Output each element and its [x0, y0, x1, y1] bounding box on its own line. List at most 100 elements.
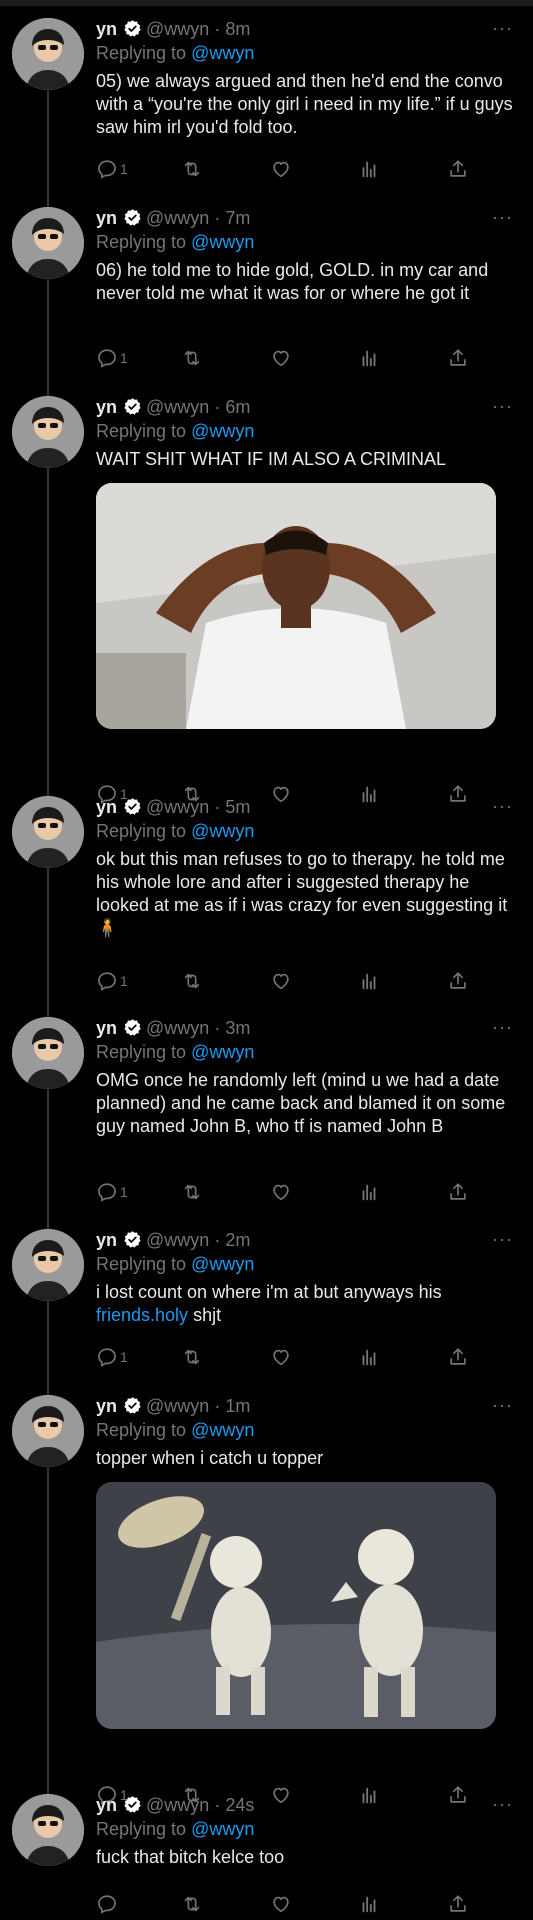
- tweet-image[interactable]: [96, 1482, 496, 1729]
- timestamp[interactable]: 6m: [225, 397, 250, 417]
- avatar[interactable]: [12, 796, 84, 868]
- replying-to-link[interactable]: @wwyn: [191, 421, 254, 441]
- more-options-icon[interactable]: ···: [492, 396, 513, 417]
- views-button[interactable]: [358, 156, 380, 182]
- more-options-icon[interactable]: ···: [492, 1017, 513, 1038]
- like-button[interactable]: [270, 345, 292, 371]
- timestamp[interactable]: 5m: [225, 797, 250, 817]
- verified-badge-icon: [123, 397, 142, 416]
- timestamp[interactable]: 8m: [225, 19, 250, 39]
- share-button[interactable]: [447, 1179, 469, 1205]
- retweet-button[interactable]: [181, 345, 203, 371]
- retweet-button[interactable]: [181, 156, 203, 182]
- timestamp[interactable]: 2m: [225, 1230, 250, 1250]
- avatar[interactable]: [12, 1017, 84, 1089]
- reply-button[interactable]: [96, 1891, 120, 1917]
- replying-to-link[interactable]: @wwyn: [191, 1819, 254, 1839]
- views-button[interactable]: [358, 345, 380, 371]
- timestamp[interactable]: 24s: [225, 1795, 254, 1815]
- like-button[interactable]: [270, 1179, 292, 1205]
- more-options-icon[interactable]: ···: [492, 1395, 513, 1416]
- retweet-button[interactable]: [181, 1344, 203, 1370]
- share-button[interactable]: [447, 968, 469, 994]
- retweet-icon: [181, 970, 203, 992]
- display-name[interactable]: yn: [96, 1396, 117, 1416]
- display-name[interactable]: yn: [96, 1230, 117, 1250]
- replying-to-link[interactable]: @wwyn: [191, 232, 254, 252]
- tweet-image[interactable]: [96, 483, 496, 729]
- more-options-icon[interactable]: ···: [492, 1794, 513, 1815]
- replying-to-link[interactable]: @wwyn: [191, 821, 254, 841]
- more-options-icon[interactable]: ···: [492, 207, 513, 228]
- username[interactable]: @wwyn: [146, 1396, 209, 1416]
- share-button[interactable]: [447, 345, 469, 371]
- like-button[interactable]: [270, 1344, 292, 1370]
- share-button[interactable]: [447, 1891, 469, 1917]
- avatar[interactable]: [12, 1794, 84, 1866]
- avatar[interactable]: [12, 207, 84, 279]
- username[interactable]: @wwyn: [146, 1795, 209, 1815]
- separator-dot: ·: [214, 1018, 221, 1038]
- views-icon: [358, 970, 380, 992]
- separator-dot: ·: [214, 397, 221, 417]
- reply-button[interactable]: 1: [96, 156, 128, 182]
- retweet-button[interactable]: [181, 968, 203, 994]
- reply-button[interactable]: 1: [96, 1179, 128, 1205]
- separator-dot: ·: [214, 797, 221, 817]
- timestamp[interactable]: 1m: [225, 1396, 250, 1416]
- username[interactable]: @wwyn: [146, 397, 209, 417]
- more-options-icon[interactable]: ···: [492, 1229, 513, 1250]
- avatar[interactable]: [12, 18, 84, 90]
- timestamp[interactable]: 7m: [225, 208, 250, 228]
- reply-button[interactable]: 1: [96, 968, 128, 994]
- views-button[interactable]: [358, 968, 380, 994]
- tweet-text-link[interactable]: friends.holy: [96, 1305, 188, 1325]
- replying-to-label: Replying to: [96, 1254, 187, 1274]
- username[interactable]: @wwyn: [146, 19, 209, 39]
- share-icon: [447, 1346, 469, 1368]
- retweet-button[interactable]: [181, 1179, 203, 1205]
- avatar[interactable]: [12, 1395, 84, 1467]
- share-button[interactable]: [447, 1344, 469, 1370]
- replying-to-link[interactable]: @wwyn: [191, 43, 254, 63]
- replying-to-label: Replying to: [96, 1420, 187, 1440]
- username[interactable]: @wwyn: [146, 1230, 209, 1250]
- views-button[interactable]: [358, 1891, 380, 1917]
- display-name[interactable]: yn: [96, 397, 117, 417]
- like-button[interactable]: [270, 968, 292, 994]
- username[interactable]: @wwyn: [146, 1018, 209, 1038]
- more-options-icon[interactable]: ···: [492, 18, 513, 39]
- views-button[interactable]: [358, 1344, 380, 1370]
- separator-dot: ·: [214, 1795, 221, 1815]
- username[interactable]: @wwyn: [146, 208, 209, 228]
- replying-to-link[interactable]: @wwyn: [191, 1254, 254, 1274]
- reply-button[interactable]: 1: [96, 345, 128, 371]
- like-button[interactable]: [270, 156, 292, 182]
- display-name[interactable]: yn: [96, 19, 117, 39]
- heart-icon: [270, 1893, 292, 1915]
- like-button[interactable]: [270, 1891, 292, 1917]
- share-button[interactable]: [447, 156, 469, 182]
- tweet-text: i lost count on where i'm at but anyways…: [96, 1281, 513, 1327]
- tweet-text-part: shjt: [188, 1305, 222, 1325]
- replying-to: Replying to @wwyn: [96, 231, 513, 253]
- display-name[interactable]: yn: [96, 797, 117, 817]
- display-name[interactable]: yn: [96, 1795, 117, 1815]
- views-button[interactable]: [358, 1179, 380, 1205]
- retweet-button[interactable]: [181, 1891, 203, 1917]
- avatar[interactable]: [12, 1229, 84, 1301]
- replying-to: Replying to @wwyn: [96, 42, 513, 64]
- username[interactable]: @wwyn: [146, 797, 209, 817]
- tweet-text: WAIT SHIT WHAT IF IM ALSO A CRIMINAL: [96, 449, 447, 469]
- replying-to-link[interactable]: @wwyn: [191, 1042, 254, 1062]
- display-name[interactable]: yn: [96, 1018, 117, 1038]
- tweet-text: 05) we always argued and then he'd end t…: [96, 71, 518, 137]
- timestamp[interactable]: 3m: [225, 1018, 250, 1038]
- avatar[interactable]: [12, 396, 84, 468]
- replying-to-label: Replying to: [96, 821, 187, 841]
- display-name[interactable]: yn: [96, 208, 117, 228]
- replying-to-link[interactable]: @wwyn: [191, 1420, 254, 1440]
- more-options-icon[interactable]: ···: [492, 796, 513, 817]
- top-divider: [0, 0, 533, 6]
- reply-button[interactable]: 1: [96, 1344, 128, 1370]
